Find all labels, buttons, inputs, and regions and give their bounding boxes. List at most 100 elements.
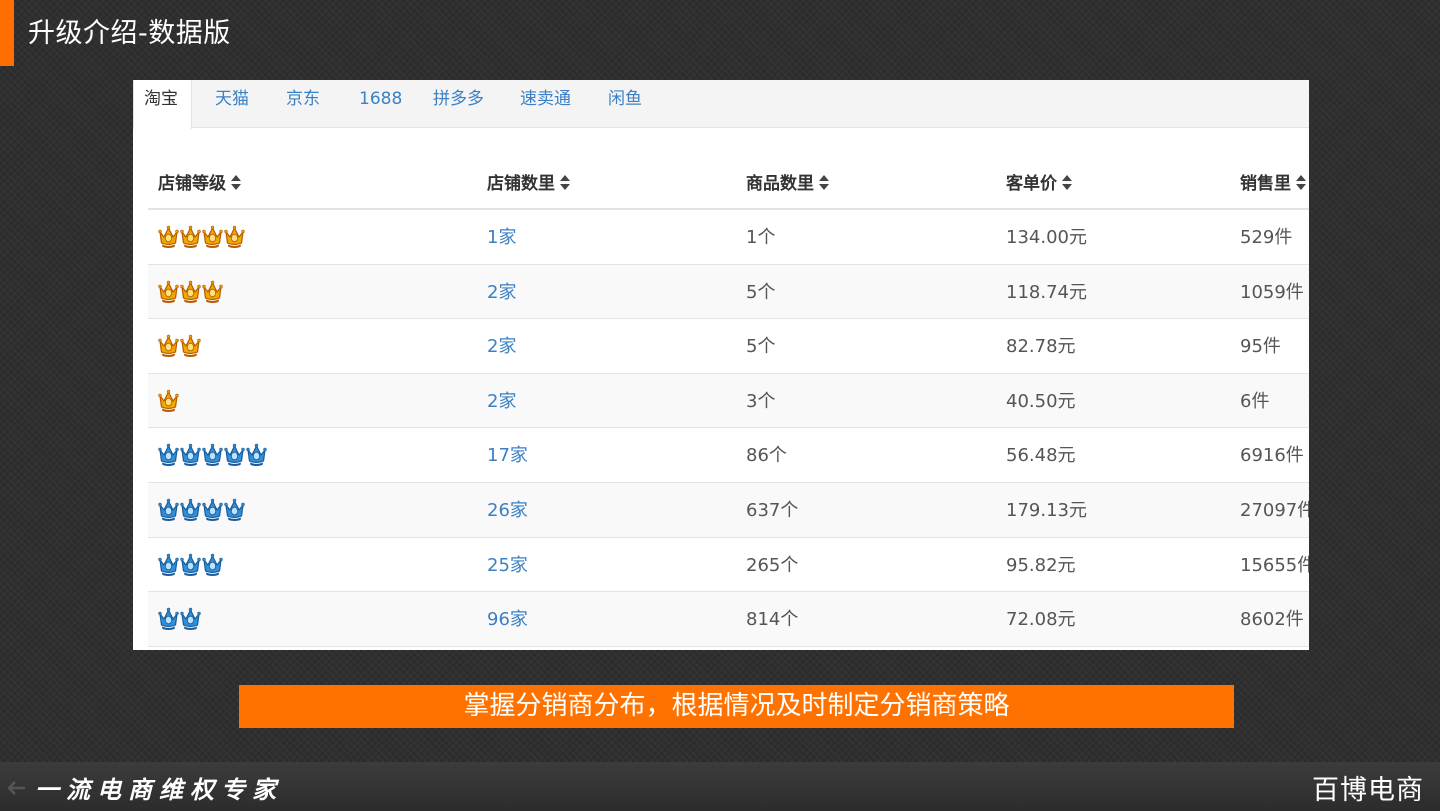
gold-crown-icon bbox=[202, 280, 223, 303]
table-row: 2家 5个 118.74元 1059件 bbox=[148, 264, 1309, 320]
shop-level bbox=[158, 280, 223, 306]
sales-count: 95件 bbox=[1240, 336, 1281, 358]
table-row: 25家 265个 95.82元 15655件 bbox=[148, 538, 1309, 593]
table-row: 2家 3个 40.50元 6件 bbox=[148, 373, 1309, 429]
avg-price: 72.08元 bbox=[1006, 609, 1076, 631]
footer-slogan: 一流电商维权专家 bbox=[35, 775, 283, 804]
product-count: 637个 bbox=[746, 499, 799, 521]
column-label: 客单价 bbox=[1006, 174, 1057, 194]
tab-pinduoduo[interactable]: 拼多多 bbox=[433, 80, 484, 129]
avg-price: 134.00元 bbox=[1006, 227, 1087, 248]
product-count: 86个 bbox=[746, 445, 787, 467]
footer-bar: 一流电商维权专家 百博电商 bbox=[0, 762, 1440, 811]
blue-crown-icon bbox=[202, 553, 223, 576]
product-count: 814个 bbox=[746, 609, 799, 631]
product-count: 265个 bbox=[746, 554, 799, 576]
avg-price: 82.78元 bbox=[1006, 336, 1076, 358]
sales-count: 15655件 bbox=[1240, 554, 1309, 576]
column-label: 商品数里 bbox=[746, 174, 814, 194]
table-row: 17家 86个 56.48元 6916件 bbox=[148, 428, 1309, 483]
product-count: 1个 bbox=[746, 227, 776, 248]
gold-crown-icon bbox=[158, 334, 179, 358]
product-count: 5个 bbox=[746, 336, 776, 358]
back-arrow-icon[interactable] bbox=[8, 781, 26, 795]
sales-count: 8602件 bbox=[1240, 609, 1304, 631]
sort-icon bbox=[1296, 175, 1306, 191]
table-row: 1家 1个 134.00元 529件 bbox=[148, 210, 1309, 265]
column-label: 销售里 bbox=[1240, 174, 1291, 194]
slide-title: 升级介绍-数据版 bbox=[28, 18, 231, 49]
blue-crown-icon bbox=[158, 607, 179, 631]
shop-level bbox=[158, 443, 267, 469]
shop-count-link[interactable]: 17家 bbox=[487, 428, 528, 482]
sort-icon bbox=[560, 175, 570, 191]
blue-crown-icon bbox=[180, 444, 201, 467]
shop-level bbox=[158, 225, 245, 251]
blue-crown-icon bbox=[202, 444, 223, 467]
shop-count-link[interactable]: 25家 bbox=[487, 538, 528, 592]
blue-crown-icon bbox=[246, 444, 267, 467]
summary-banner: 掌握分销商分布，根据情况及时制定分销商策略 bbox=[239, 685, 1234, 728]
gold-crown-icon bbox=[158, 389, 179, 412]
tab-jd[interactable]: 京东 bbox=[286, 80, 320, 129]
avg-price: 95.82元 bbox=[1006, 554, 1076, 576]
data-panel: 淘宝 天猫 京东 1688 拼多多 速卖通 闲鱼 店铺等级 店铺数里 商品数里 … bbox=[133, 80, 1309, 650]
blue-crown-icon bbox=[224, 444, 245, 467]
product-count: 5个 bbox=[746, 281, 776, 303]
sales-count: 529件 bbox=[1240, 227, 1293, 248]
sales-count: 6916件 bbox=[1240, 445, 1304, 467]
blue-crown-icon bbox=[224, 498, 245, 521]
shop-count-link[interactable]: 2家 bbox=[487, 319, 516, 373]
column-label: 店铺等级 bbox=[158, 174, 226, 194]
avg-price: 56.48元 bbox=[1006, 445, 1076, 467]
table-row: 26家 637个 179.13元 27097件 bbox=[148, 482, 1309, 538]
column-header-shop-count[interactable]: 店铺数里 bbox=[487, 160, 570, 208]
blue-crown-icon bbox=[180, 498, 201, 521]
product-count: 3个 bbox=[746, 390, 776, 412]
shop-level bbox=[158, 607, 201, 633]
shop-count-link[interactable]: 2家 bbox=[487, 374, 516, 428]
tab-aliexpress[interactable]: 速卖通 bbox=[520, 80, 571, 129]
avg-price: 118.74元 bbox=[1006, 281, 1087, 303]
gold-crown-icon bbox=[202, 225, 223, 248]
tab-tmall[interactable]: 天猫 bbox=[215, 80, 249, 129]
shop-count-link[interactable]: 2家 bbox=[487, 265, 516, 319]
blue-crown-icon bbox=[180, 553, 201, 576]
avg-price: 40.50元 bbox=[1006, 390, 1076, 412]
table-row: 96家 814个 72.08元 8602件 bbox=[148, 592, 1309, 647]
blue-crown-icon bbox=[158, 444, 179, 467]
sales-count: 1059件 bbox=[1240, 281, 1304, 303]
table-body: 1家 1个 134.00元 529件 2家 5个 118.74元 1059件 2家 5个 82.78… bbox=[148, 210, 1309, 647]
gold-crown-icon bbox=[180, 225, 201, 248]
table-header: 店铺等级 店铺数里 商品数里 客单价 销售里 bbox=[148, 160, 1309, 210]
sort-icon bbox=[1062, 175, 1072, 191]
blue-crown-icon bbox=[202, 498, 223, 521]
blue-crown-icon bbox=[158, 553, 179, 576]
blue-crown-icon bbox=[180, 607, 201, 631]
gold-crown-icon bbox=[158, 225, 179, 248]
blue-crown-icon bbox=[158, 498, 179, 521]
gold-crown-icon bbox=[180, 334, 201, 358]
column-header-avg-price[interactable]: 客单价 bbox=[1006, 160, 1072, 208]
gold-crown-icon bbox=[158, 280, 179, 303]
shop-level bbox=[158, 389, 179, 415]
sort-icon bbox=[819, 175, 829, 191]
shop-count-link[interactable]: 96家 bbox=[487, 592, 528, 646]
shop-count-link[interactable]: 26家 bbox=[487, 483, 528, 537]
column-header-sales[interactable]: 销售里 bbox=[1240, 160, 1306, 208]
sales-count: 27097件 bbox=[1240, 499, 1309, 521]
gold-crown-icon bbox=[224, 225, 245, 248]
table-row: 2家 5个 82.78元 95件 bbox=[148, 319, 1309, 374]
shop-count-link[interactable]: 1家 bbox=[487, 210, 516, 264]
column-header-product-count[interactable]: 商品数里 bbox=[746, 160, 829, 208]
tab-xianyu[interactable]: 闲鱼 bbox=[608, 80, 642, 129]
tab-taobao[interactable]: 淘宝 bbox=[133, 80, 192, 129]
column-header-shop-level[interactable]: 店铺等级 bbox=[158, 160, 241, 208]
shop-level bbox=[158, 498, 245, 524]
shop-level bbox=[158, 553, 223, 579]
platform-tab-bar: 淘宝 天猫 京东 1688 拼多多 速卖通 闲鱼 bbox=[133, 80, 1309, 129]
tab-1688[interactable]: 1688 bbox=[359, 80, 402, 129]
brand-name: 百博电商 bbox=[1312, 775, 1424, 806]
title-accent-bar bbox=[0, 0, 14, 66]
avg-price: 179.13元 bbox=[1006, 499, 1087, 521]
